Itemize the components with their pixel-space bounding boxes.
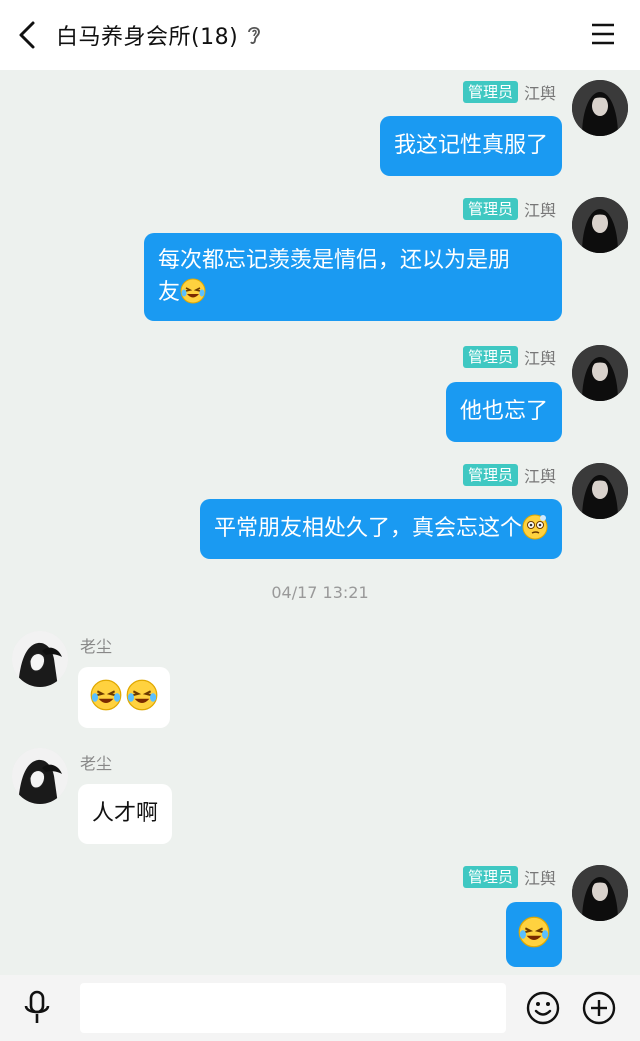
laughing-tears-emoji — [126, 679, 158, 711]
message-bubble[interactable]: 平常朋友相处久了，真会忘这个 — [199, 499, 562, 559]
message-meta: 管理员 江舆 — [462, 197, 556, 221]
avatar[interactable] — [572, 197, 628, 253]
chat-header: 白马养身会所(18) — [0, 0, 640, 70]
chevron-left-icon[interactable] — [14, 20, 42, 50]
admin-badge: 管理员 — [462, 198, 518, 220]
message-text: 人才啊 — [92, 801, 159, 826]
sender-name: 江舆 — [523, 84, 556, 103]
microphone-icon[interactable] — [22, 990, 52, 1026]
sender-name: 江舆 — [523, 201, 556, 220]
message-input[interactable] — [80, 983, 506, 1033]
message-text: 平常朋友相处久了，真会忘这个 — [213, 516, 522, 541]
message-bubble[interactable] — [78, 667, 170, 728]
avatar[interactable] — [572, 865, 628, 921]
avatar[interactable] — [572, 345, 628, 401]
admin-badge: 管理员 — [462, 346, 518, 368]
laughing-tears-emoji — [518, 916, 550, 948]
avatar[interactable] — [12, 748, 68, 804]
thinking-emoji — [522, 514, 548, 540]
chat-title-wrap: 白马养身会所(18) — [56, 19, 262, 51]
message-bubble[interactable] — [506, 902, 562, 967]
message-meta: 管理员 江舆 — [462, 463, 556, 487]
input-bar — [0, 975, 640, 1041]
sender-name: 江舆 — [523, 349, 556, 368]
hamburger-menu-icon[interactable] — [590, 22, 616, 46]
message-text: 我这记性真服了 — [393, 133, 548, 158]
avatar[interactable] — [12, 631, 68, 687]
message-text-line: 友 — [158, 280, 181, 305]
message-bubble[interactable]: 每次都忘记羡羡是情侣，还以为是朋 友 — [144, 233, 562, 321]
laughing-tears-emoji — [180, 278, 206, 304]
laughing-tears-emoji — [90, 679, 122, 711]
sender-name: 江舆 — [523, 869, 556, 888]
timestamp: 04/17 13:21 — [271, 583, 369, 602]
message-bubble[interactable]: 我这记性真服了 — [379, 116, 562, 176]
admin-badge: 管理员 — [462, 866, 518, 888]
smiley-icon[interactable] — [526, 991, 560, 1025]
message-bubble[interactable]: 他也忘了 — [445, 382, 562, 442]
admin-badge: 管理员 — [462, 464, 518, 486]
message-text: 他也忘了 — [459, 399, 548, 424]
sender-name: 江舆 — [523, 467, 556, 486]
ear-icon — [248, 26, 261, 44]
sender-name: 老尘 — [80, 754, 113, 773]
plus-circle-icon[interactable] — [582, 991, 616, 1025]
message-bubble[interactable]: 人才啊 — [78, 784, 173, 844]
message-meta: 管理员 江舆 — [462, 865, 556, 889]
sender-name: 老尘 — [80, 637, 113, 656]
avatar[interactable] — [572, 463, 628, 519]
message-text-line: 每次都忘记羡羡是情侣，还以为是朋 — [158, 248, 511, 273]
message-meta: 管理员 江舆 — [462, 80, 556, 104]
message-meta: 管理员 江舆 — [462, 345, 556, 369]
chat-title: 白马养身会所(18) — [56, 25, 239, 50]
admin-badge: 管理员 — [462, 81, 518, 103]
message-list[interactable]: 管理员 江舆 我这记性真服了 管理员 江舆 每次都忘记羡羡是情侣，还以为是朋 友… — [0, 70, 640, 975]
avatar[interactable] — [572, 80, 628, 136]
